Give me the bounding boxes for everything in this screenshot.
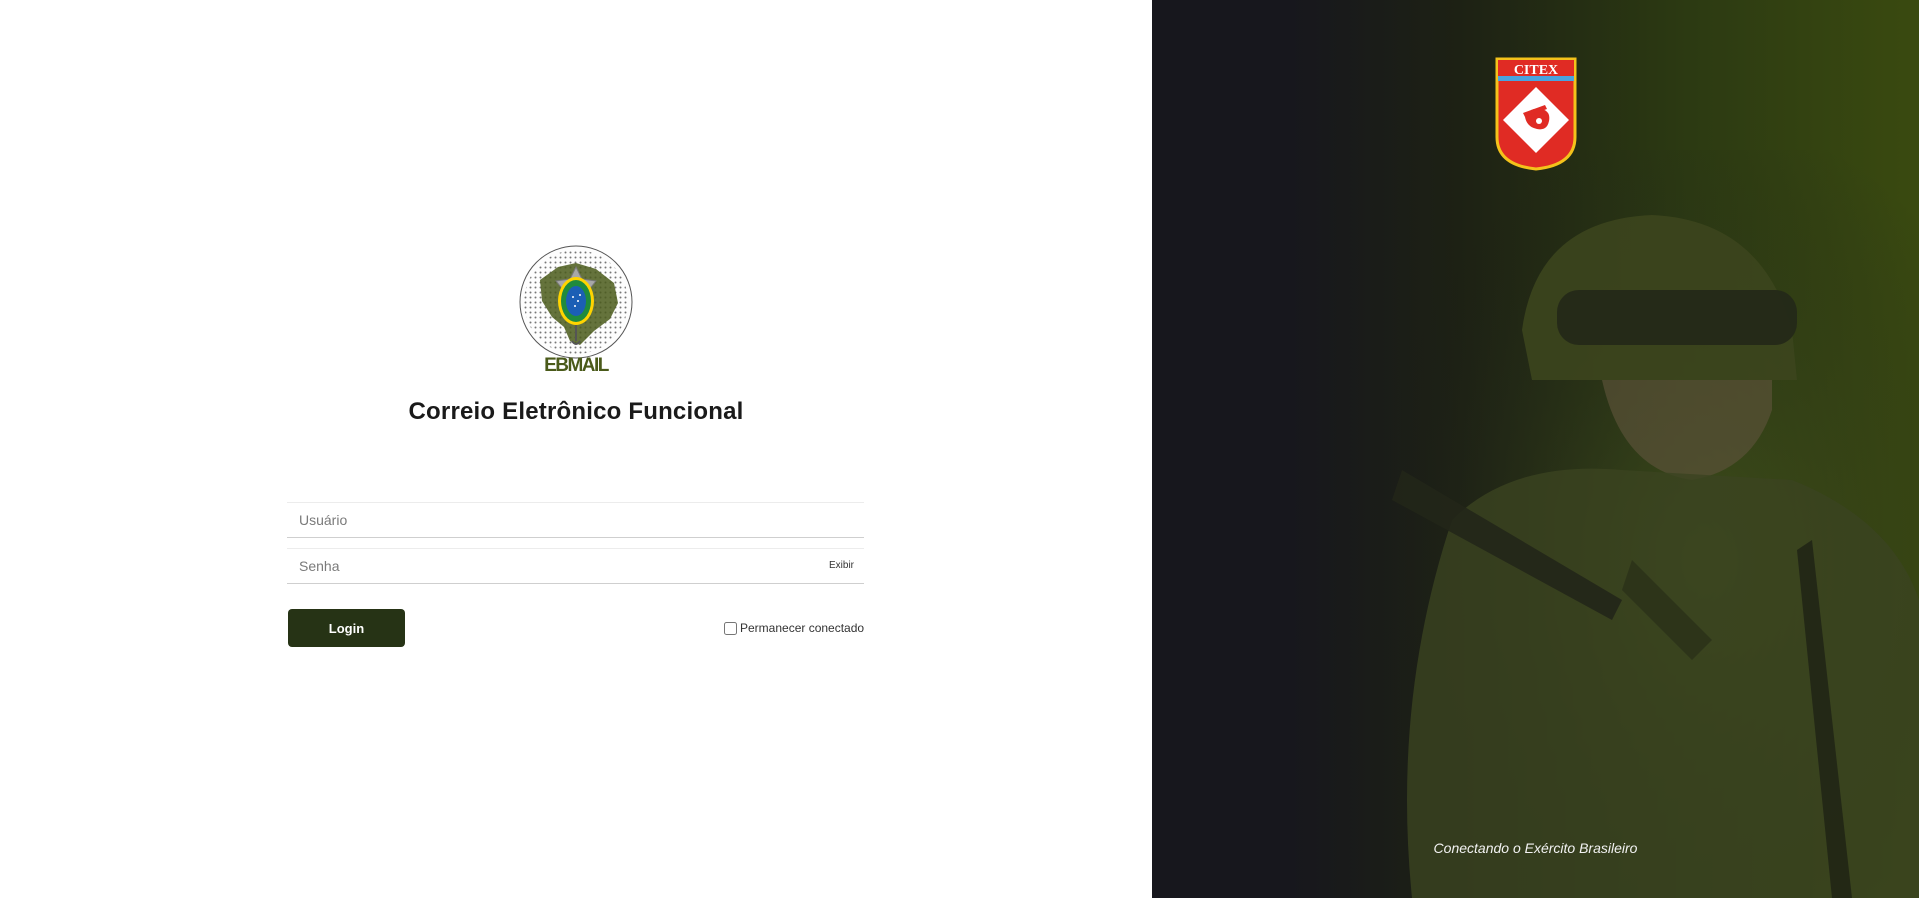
svg-text:EBMAIL: EBMAIL: [544, 355, 610, 373]
password-input[interactable]: [287, 549, 864, 583]
remember-me: Permanecer conectado: [724, 620, 864, 636]
login-panel: EBMAIL Correio Eletrônico Funcional Exib…: [0, 0, 1152, 898]
svg-text:CITEX: CITEX: [1514, 63, 1558, 78]
show-password-button[interactable]: Exibir: [829, 560, 854, 571]
login-button[interactable]: Login: [288, 609, 405, 647]
username-field: [287, 502, 864, 538]
remember-me-label[interactable]: Permanecer conectado: [740, 621, 864, 635]
banner-panel: CITEX Conectando o Exército Brasileiro: [1152, 0, 1919, 898]
citex-emblem: CITEX: [1495, 57, 1577, 171]
page-title: Correio Eletrônico Funcional: [408, 398, 744, 425]
remember-me-checkbox[interactable]: [724, 621, 737, 635]
banner-tagline: Conectando o Exército Brasileiro: [1433, 840, 1638, 856]
username-input[interactable]: [287, 503, 864, 537]
password-field: Exibir: [287, 548, 864, 584]
ebmail-logo: EBMAIL: [518, 245, 634, 376]
